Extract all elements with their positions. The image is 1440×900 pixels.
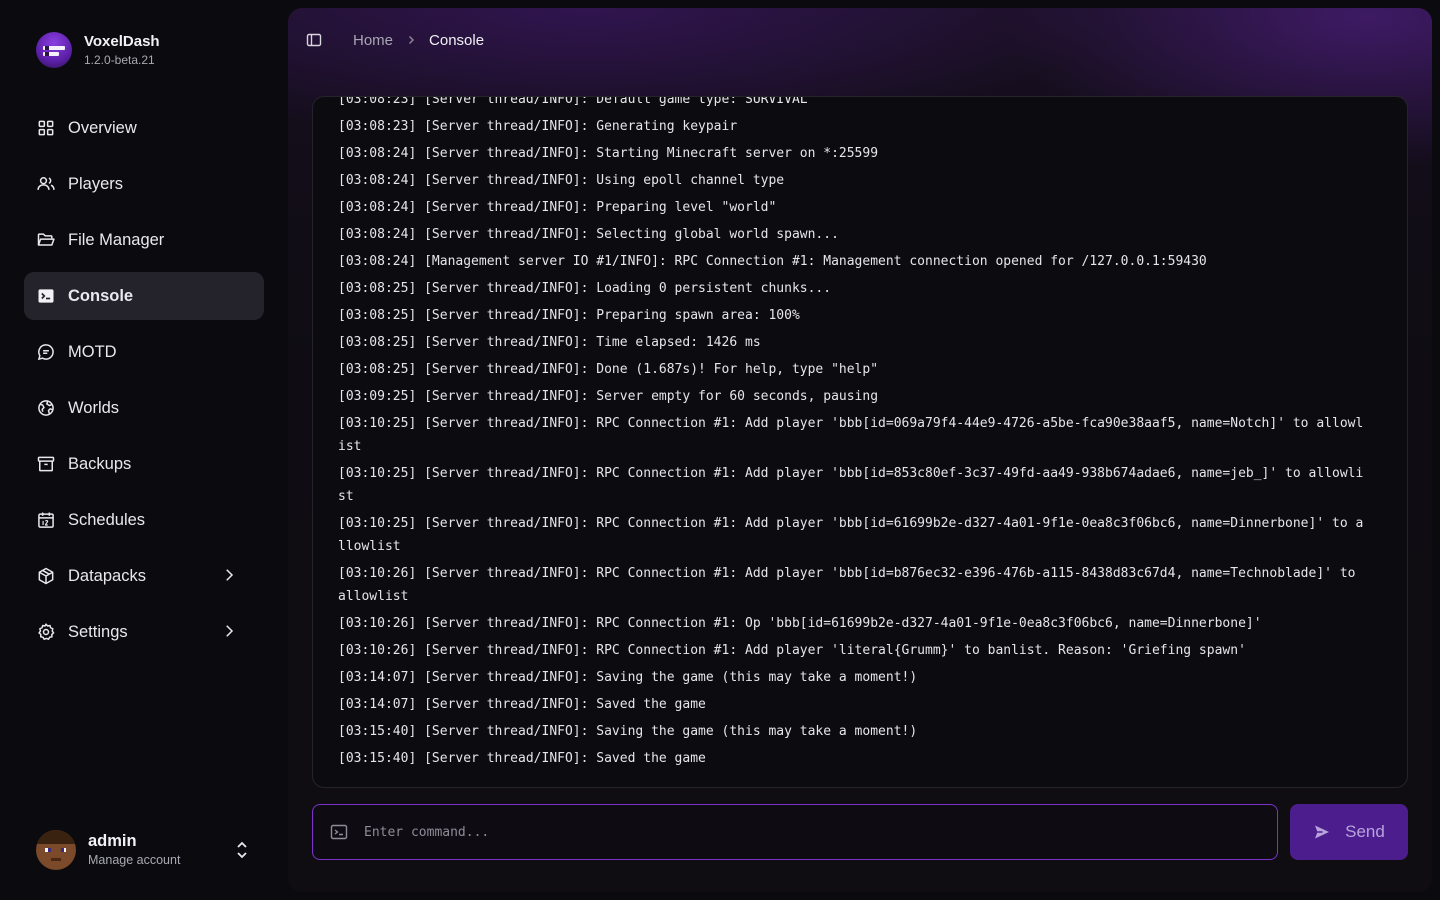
log-line: [03:08:25] [Server thread/INFO]: Prepari… (338, 308, 800, 323)
log-line: [03:10:25] [Server thread/INFO]: RPC Con… (338, 416, 1364, 454)
sidebar-item-label: File Manager (68, 230, 165, 249)
sidebar-item-label: Console (68, 286, 134, 305)
command-input[interactable] (364, 824, 1244, 840)
send-button[interactable]: Send (1290, 804, 1408, 860)
sidebar-item-label: Backups (68, 454, 132, 473)
brand-name: VoxelDash (84, 33, 160, 50)
log-line: [03:15:40] [Server thread/INFO]: Saving … (338, 724, 918, 739)
log-line: [03:08:23] [Server thread/INFO]: Generat… (338, 119, 738, 134)
brand-logo-icon (36, 32, 72, 68)
log-line: [03:08:24] [Server thread/INFO]: Startin… (338, 146, 879, 161)
log-line: [03:10:26] [Server thread/INFO]: RPC Con… (338, 643, 1246, 658)
top-bar: Home Console (306, 30, 484, 50)
sidebar-item-label: Worlds (68, 398, 120, 417)
sidebar-nav: Overview Players File Manager Console MO… (24, 104, 264, 664)
message-icon (37, 344, 54, 361)
user-subtitle: Manage account (88, 853, 181, 867)
sidebar-item-players[interactable]: Players (24, 160, 264, 208)
sidebar-item-worlds[interactable]: Worlds (24, 384, 264, 432)
main-panel: Home Console [03:08:23] [Server thread/I… (288, 8, 1432, 892)
sidebar-item-datapacks[interactable]: Datapacks (24, 552, 264, 600)
folder-open-icon (37, 233, 55, 246)
sidebar-toggle-icon[interactable] (306, 32, 322, 48)
sidebar: VoxelDash 1.2.0-beta.21 Overview Players… (0, 0, 288, 900)
log-line: [03:10:26] [Server thread/INFO]: RPC Con… (338, 566, 1364, 604)
sidebar-item-label: MOTD (68, 342, 117, 361)
terminal-icon (38, 289, 54, 303)
sidebar-item-settings[interactable]: Settings (24, 608, 264, 656)
chevron-right-icon (226, 625, 234, 637)
users-icon (37, 177, 55, 190)
log-line: [03:08:24] [Server thread/INFO]: Prepari… (338, 200, 777, 215)
sidebar-item-overview[interactable]: Overview (24, 104, 264, 152)
sidebar-item-motd[interactable]: MOTD (24, 328, 264, 376)
breadcrumb: Home Console (353, 32, 484, 49)
terminal-icon (330, 824, 348, 840)
log-line: [03:10:26] [Server thread/INFO]: RPC Con… (338, 616, 1262, 631)
sidebar-item-label: Datapacks (68, 566, 146, 585)
log-line: [03:10:25] [Server thread/INFO]: RPC Con… (338, 466, 1364, 504)
brand-version: 1.2.0-beta.21 (84, 53, 155, 67)
user-name: admin (88, 832, 137, 850)
sidebar-item-file-manager[interactable]: File Manager (24, 216, 264, 264)
log-line: [03:14:07] [Server thread/INFO]: Saved t… (338, 697, 706, 712)
log-line: [03:14:07] [Server thread/INFO]: Saving … (338, 670, 918, 685)
avatar (36, 830, 76, 870)
chevrons-up-down-icon (237, 841, 247, 859)
calendar-icon (38, 512, 54, 528)
log-line: [03:08:25] [Server thread/INFO]: Done (1… (338, 362, 879, 377)
grid-icon (38, 120, 54, 136)
chevron-right-icon (409, 36, 415, 44)
sidebar-item-schedules[interactable]: Schedules (24, 496, 264, 544)
brand[interactable]: VoxelDash 1.2.0-beta.21 (36, 32, 160, 68)
log-line: [03:08:25] [Server thread/INFO]: Loading… (338, 281, 832, 296)
sidebar-item-console[interactable]: Console (24, 272, 264, 320)
log-line: [03:15:40] [Server thread/INFO]: Saved t… (338, 751, 706, 766)
breadcrumb-home[interactable]: Home (353, 32, 393, 49)
console-output[interactable]: [03:08:23] [Server thread/INFO]: Default… (312, 96, 1408, 788)
log-line: [03:10:25] [Server thread/INFO]: RPC Con… (338, 516, 1364, 554)
log-line: [03:08:25] [Server thread/INFO]: Time el… (338, 335, 761, 350)
gear-icon (38, 623, 55, 641)
archive-icon (37, 456, 55, 472)
console-log: [03:08:23] [Server thread/INFO]: Default… (338, 97, 1368, 772)
sidebar-item-label: Players (68, 174, 124, 193)
breadcrumb-current: Console (429, 31, 485, 49)
log-line: [03:08:24] [Management server IO #1/INFO… (338, 254, 1207, 269)
send-icon (1315, 825, 1330, 839)
package-icon (38, 567, 54, 585)
sidebar-item-label: Settings (68, 622, 128, 641)
send-button-label: Send (1345, 822, 1385, 841)
chevron-right-icon (226, 569, 234, 581)
user-menu[interactable]: admin Manage account (36, 828, 256, 872)
sidebar-item-label: Schedules (68, 510, 146, 529)
sidebar-item-backups[interactable]: Backups (24, 440, 264, 488)
log-line: [03:09:25] [Server thread/INFO]: Server … (338, 389, 879, 404)
globe-icon (38, 400, 54, 416)
log-line: [03:08:24] [Server thread/INFO]: Using e… (338, 173, 785, 188)
log-line: [03:08:24] [Server thread/INFO]: Selecti… (338, 227, 839, 242)
command-field[interactable] (312, 804, 1278, 860)
sidebar-item-label: Overview (68, 118, 137, 137)
log-line-partial: [03:08:23] [Server thread/INFO]: Default… (338, 96, 808, 107)
